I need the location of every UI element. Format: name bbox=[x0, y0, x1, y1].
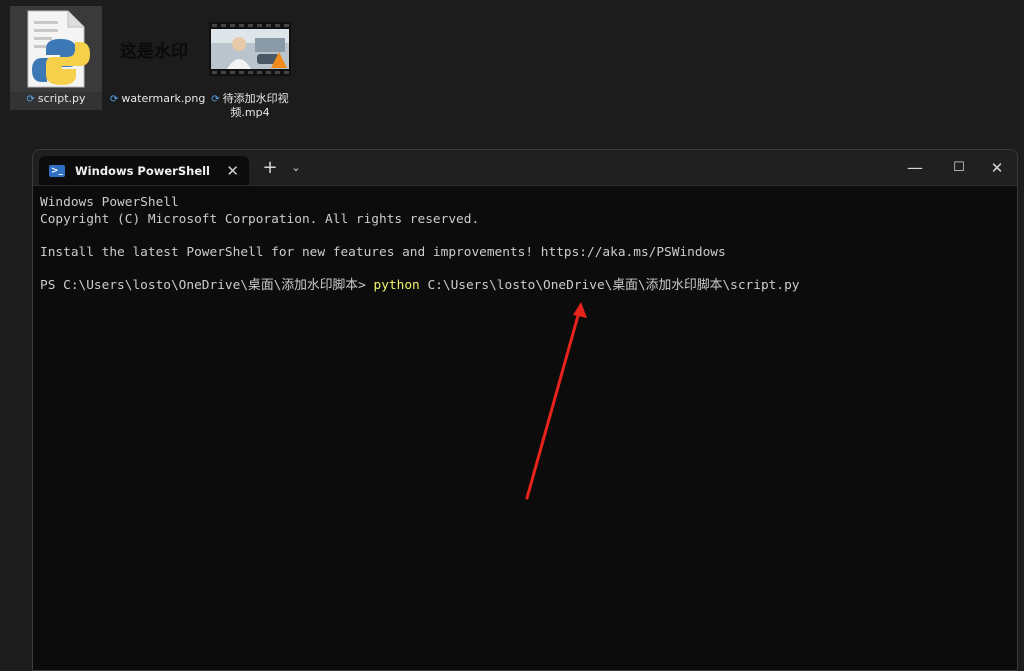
console-line-copyright: Copyright (C) Microsoft Corporation. All… bbox=[40, 212, 480, 227]
title-bar[interactable]: >_ Windows PowerShell ✕ + ⌄ — ☐ ✕ bbox=[33, 150, 1017, 186]
tab-close-icon[interactable]: ✕ bbox=[226, 162, 239, 180]
tab-title: Windows PowerShell bbox=[75, 163, 210, 178]
sync-icon: ⟳ bbox=[110, 94, 119, 105]
file-label-watermark: ⟳ watermark.png bbox=[110, 92, 206, 105]
console-line-title: Windows PowerShell bbox=[40, 195, 179, 210]
prompt-path: PS C:\Users\losto\OneDrive\桌面\添加水印脚本> bbox=[40, 278, 374, 293]
powershell-icon: >_ bbox=[49, 164, 65, 177]
desktop-icon-video[interactable]: ⟳ 待添加水印视频.mp4 bbox=[204, 6, 296, 123]
desktop-icon-watermark[interactable]: 这是水印 ⟳ watermark.png bbox=[108, 6, 206, 110]
image-file-icon: 这是水印 bbox=[108, 6, 200, 92]
chevron-down-icon[interactable]: ⌄ bbox=[285, 150, 307, 185]
minimize-button[interactable]: — bbox=[893, 150, 937, 185]
file-label-video: ⟳ 待添加水印视频.mp4 bbox=[211, 92, 289, 119]
command-argument: C:\Users\losto\OneDrive\桌面\添加水印脚本\script… bbox=[419, 278, 800, 293]
sync-icon: ⟳ bbox=[26, 94, 35, 105]
watermark-thumbnail-text: 这是水印 bbox=[116, 34, 192, 64]
console-line-install-tip: Install the latest PowerShell for new fe… bbox=[40, 245, 726, 260]
python-file-icon bbox=[10, 6, 102, 92]
file-label-script: ⟳ script.py bbox=[26, 92, 86, 105]
powershell-window[interactable]: >_ Windows PowerShell ✕ + ⌄ — ☐ ✕ Window… bbox=[32, 149, 1018, 671]
close-button[interactable]: ✕ bbox=[977, 150, 1017, 185]
video-file-icon bbox=[204, 6, 296, 92]
command-python: python bbox=[373, 278, 420, 293]
new-tab-button[interactable]: + bbox=[259, 150, 281, 185]
console-output[interactable]: Windows PowerShell Copyright (C) Microsof… bbox=[33, 186, 1017, 294]
tab-windows-powershell[interactable]: >_ Windows PowerShell ✕ bbox=[39, 156, 249, 185]
desktop-icon-script[interactable]: ⟳ script.py bbox=[10, 6, 102, 110]
console-prompt-line: PS C:\Users\losto\OneDrive\桌面\添加水印脚本> py… bbox=[40, 277, 1017, 294]
maximize-button[interactable]: ☐ bbox=[937, 150, 981, 185]
sync-icon: ⟳ bbox=[211, 94, 220, 105]
